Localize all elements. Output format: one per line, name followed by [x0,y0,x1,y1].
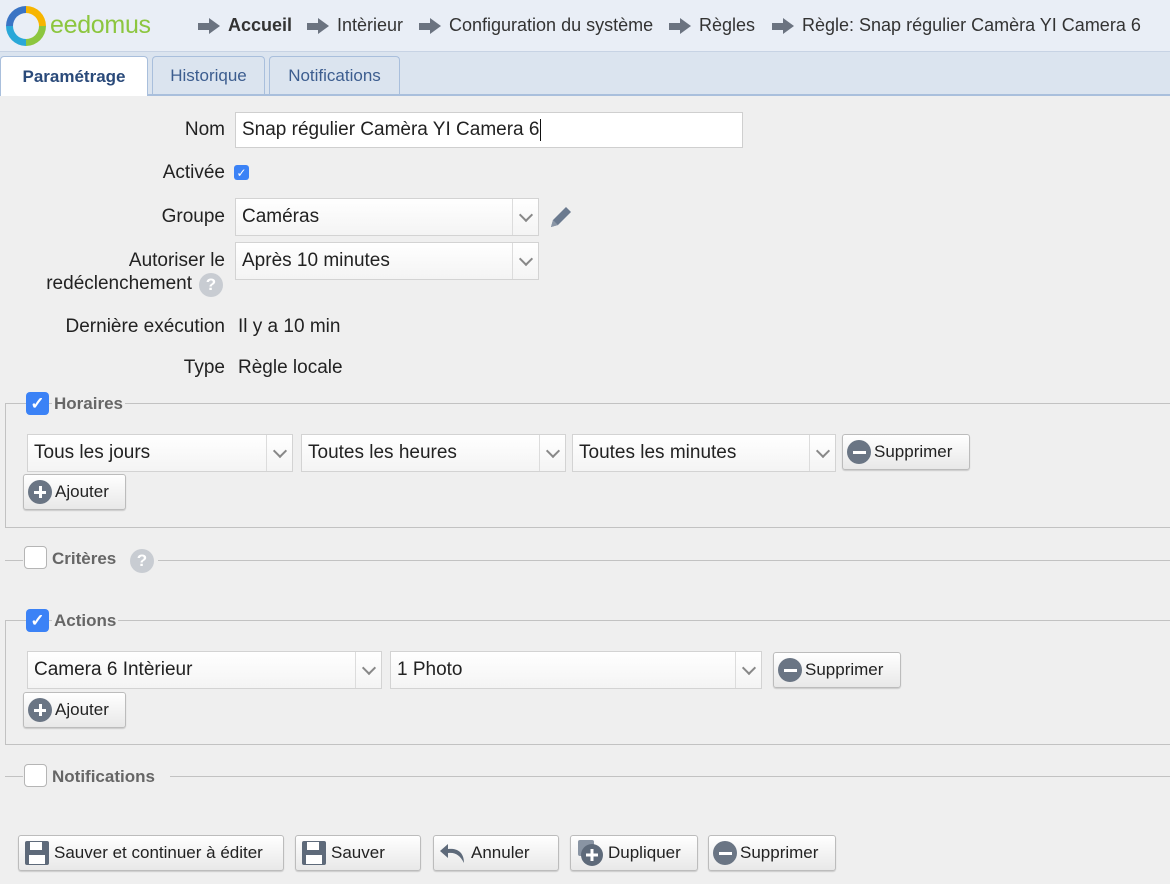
chevron-down-icon [735,652,761,688]
breadcrumb-interieur[interactable]: Intèrieur [307,15,403,36]
minutes-select[interactable]: Toutes les minutes [572,434,836,472]
horaires-ajouter-button[interactable]: Ajouter [23,474,126,510]
duplicate-icon [578,840,603,866]
nom-label: Nom [184,119,225,140]
notifications-divider [170,776,1170,777]
nom-input[interactable]: Snap régulier Camèra YI Camera 6 [235,112,743,148]
breadcrumb-accueil[interactable]: Accueil [198,15,292,36]
derniere-execution-label: Dernière exécution [65,316,225,337]
save-continue-button[interactable]: Sauver et continuer à éditer [18,835,284,871]
actions-ajouter-button[interactable]: Ajouter [23,692,126,728]
action-device-select[interactable]: Camera 6 Intèrieur [27,651,382,689]
actions-supprimer-button[interactable]: Supprimer [773,652,901,688]
notifications-checkbox[interactable] [24,764,47,787]
derniere-execution-value: Il y a 10 min [238,316,341,337]
heures-select[interactable]: Toutes les heures [301,434,566,472]
breadcrumb-regles[interactable]: Règles [669,15,755,36]
help-icon[interactable]: ? [199,273,223,297]
chevron-down-icon [809,435,835,471]
chevron-down-icon [539,435,565,471]
activee-checkbox[interactable]: ✓ [234,165,249,180]
save-button[interactable]: Sauver [295,835,421,871]
arrow-right-icon [669,17,691,34]
tab-bar: Paramétrage Historique Notifications [0,52,1170,96]
undo-icon [440,844,464,863]
delete-button[interactable]: Supprimer [708,835,836,871]
tab-notifications[interactable]: Notifications [269,56,400,94]
notifications-legend: Notifications [50,767,157,787]
groupe-select[interactable]: Caméras [235,198,539,236]
text-cursor [540,119,542,141]
autoriser-label-line2: redéclenchement [46,273,192,294]
actions-checkbox[interactable]: ✓ [26,609,49,632]
plus-circle-icon [28,480,52,504]
cancel-button[interactable]: Annuler [433,835,559,871]
activee-label: Activée [162,162,225,183]
help-icon[interactable]: ? [130,549,154,573]
chevron-down-icon [266,435,292,471]
plus-circle-icon [28,698,52,722]
horaires-checkbox[interactable]: ✓ [26,392,49,415]
chevron-down-icon [512,199,538,235]
action-value-select[interactable]: 1 Photo [390,651,762,689]
criteres-divider [158,560,1170,561]
criteres-checkbox[interactable] [24,546,47,569]
actions-legend: Actions [52,611,119,631]
chevron-down-icon [512,243,538,279]
minus-circle-icon [778,658,802,682]
floppy-disk-icon [25,841,49,865]
chevron-down-icon [355,652,381,688]
eedomus-logo-icon[interactable] [6,6,46,46]
logo-text[interactable]: eedomus [50,11,151,40]
horaires-legend: Horaires [52,394,125,414]
arrow-right-icon [307,17,329,34]
arrow-right-icon [772,17,794,34]
breadcrumb-configuration[interactable]: Configuration du système [419,15,653,36]
type-value: Règle locale [238,357,343,378]
jours-select[interactable]: Tous les jours [27,434,293,472]
autoriser-label-line1: Autoriser le [128,250,225,271]
redeclenchement-select[interactable]: Après 10 minutes [235,242,539,280]
minus-circle-icon [847,440,871,464]
tab-historique[interactable]: Historique [152,56,265,94]
notifications-divider-left [5,776,23,777]
type-label: Type [183,357,225,378]
minus-circle-icon [713,841,737,865]
arrow-right-icon [198,17,220,34]
groupe-label: Groupe [161,206,225,227]
duplicate-button[interactable]: Dupliquer [570,835,698,871]
tab-parametrage[interactable]: Paramétrage [0,56,148,96]
horaires-supprimer-button[interactable]: Supprimer [842,434,970,470]
top-header: eedomus Accueil Intèrieur Configuration … [0,0,1170,52]
criteres-legend: Critères [50,549,119,569]
arrow-right-icon [419,17,441,34]
floppy-disk-icon [302,841,326,865]
pencil-edit-icon[interactable] [546,202,576,232]
breadcrumb-current-rule: Règle: Snap régulier Camèra YI Camera 6 [772,15,1141,36]
criteres-divider-left [5,560,23,561]
